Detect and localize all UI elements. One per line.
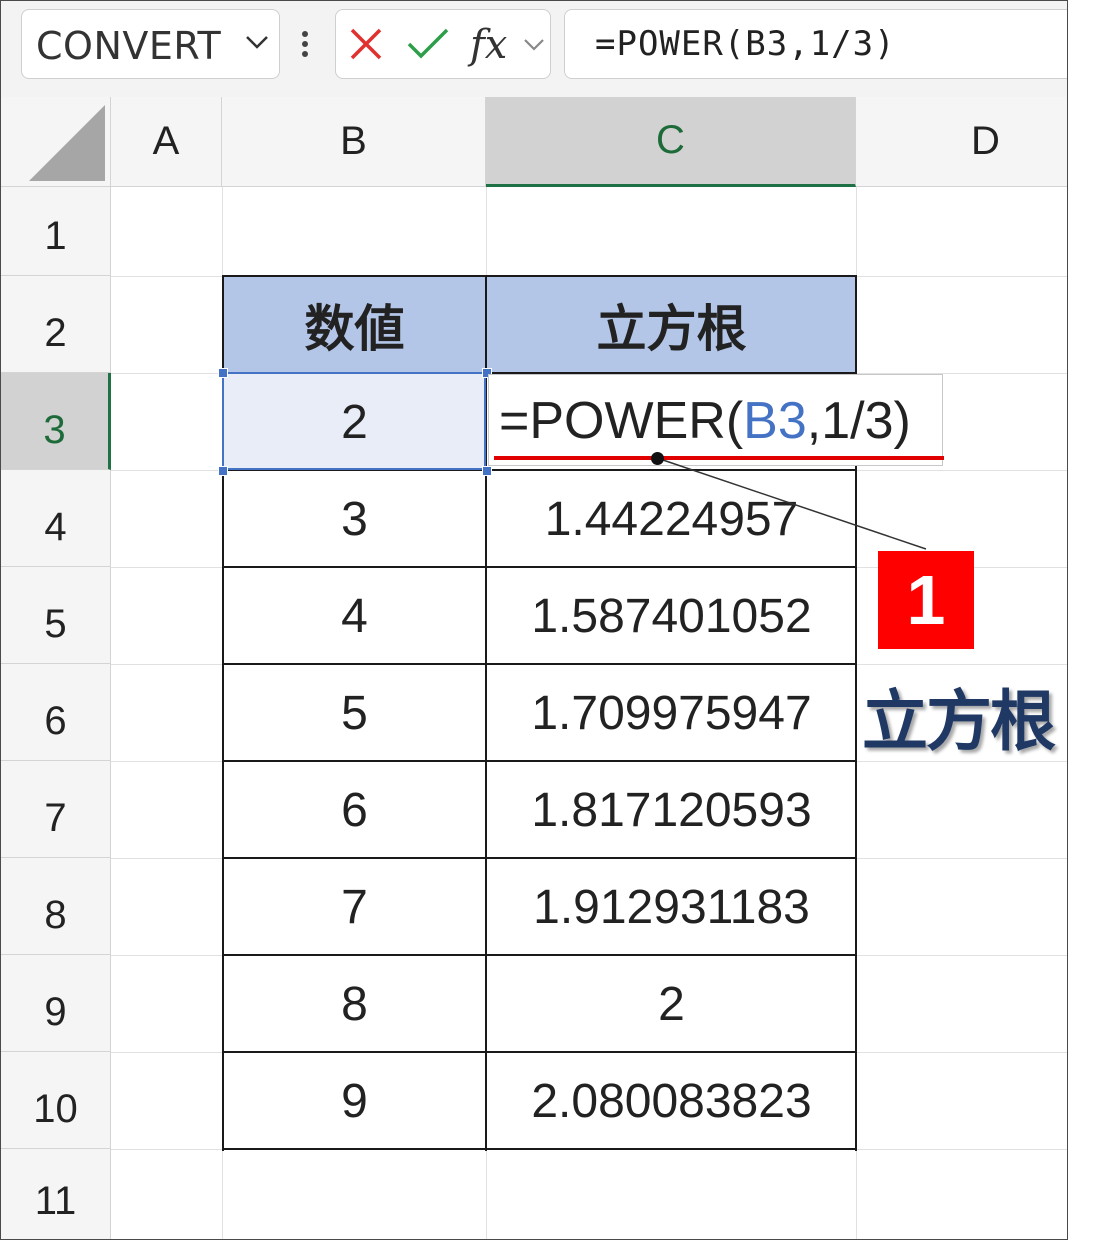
chevron-down-icon[interactable] <box>522 36 546 54</box>
select-all-corner[interactable] <box>1 97 111 187</box>
formula-bar: CONVERT fx =POWER(B3,1/3) <box>1 1 1067 97</box>
row-header-4[interactable]: 4 <box>1 470 111 567</box>
name-box-value: CONVERT <box>36 24 222 68</box>
formula-input[interactable]: =POWER(B3,1/3) <box>564 9 1067 79</box>
column-header-a[interactable]: A <box>111 97 222 187</box>
formula-text: =POWER(B3,1/3) <box>595 24 896 64</box>
triangle-icon <box>29 105 105 181</box>
callout-dot <box>651 452 664 465</box>
formula-buttons: fx <box>335 9 551 79</box>
row-header-3[interactable]: 3 <box>1 373 111 470</box>
table-row[interactable]: 9 <box>223 1053 486 1149</box>
cell-c3-formula: =POWER(B3,1/3) <box>499 391 911 451</box>
table-row[interactable]: 1.709975947 <box>487 665 856 761</box>
row-header-11[interactable]: 11 <box>1 1149 111 1239</box>
table-row[interactable]: 1.817120593 <box>487 762 856 858</box>
row-header-8[interactable]: 8 <box>1 858 111 955</box>
row-header-9[interactable]: 9 <box>1 955 111 1052</box>
column-header-d[interactable]: D <box>856 97 1067 187</box>
column-header-b[interactable]: B <box>222 97 486 187</box>
row-header-6[interactable]: 6 <box>1 664 111 761</box>
table-row[interactable]: 5 <box>223 665 486 761</box>
formula-prefix: =POWER( <box>499 392 744 450</box>
table-row[interactable]: 1.912931183 <box>487 859 856 955</box>
table-row[interactable]: 2 <box>487 956 856 1052</box>
step-badge: 1 <box>878 551 974 649</box>
table-row[interactable]: 3 <box>223 471 486 567</box>
row-header-10[interactable]: 10 <box>1 1052 111 1149</box>
callout-label: 立方根 <box>862 683 1056 760</box>
table-row[interactable]: 7 <box>223 859 486 955</box>
row-header-2[interactable]: 2 <box>1 276 111 373</box>
table-header-value[interactable]: 数値 <box>223 277 486 373</box>
formula-reference: B3 <box>743 392 807 450</box>
reference-highlight-b3 <box>222 372 486 470</box>
table-row[interactable]: 1.44224957 <box>487 471 856 567</box>
table-row[interactable]: 2.080083823 <box>487 1053 856 1149</box>
cell-c3-editor[interactable]: =POWER(B3,1/3) <box>488 374 943 466</box>
fx-label[interactable]: fx <box>470 22 507 68</box>
formula-suffix: ,1/3) <box>806 392 911 450</box>
spreadsheet-window: CONVERT fx =POWER(B3,1/3) A B C D 1 2 3 … <box>0 0 1068 1240</box>
chevron-down-icon[interactable] <box>244 32 270 52</box>
table-row[interactable]: 1.587401052 <box>487 568 856 664</box>
red-underline <box>494 456 944 460</box>
resize-handle[interactable] <box>218 466 228 476</box>
row-header-1[interactable]: 1 <box>1 187 111 276</box>
row-header-5[interactable]: 5 <box>1 567 111 664</box>
table-row[interactable]: 4 <box>223 568 486 664</box>
resize-handle[interactable] <box>218 368 228 378</box>
row-header-7[interactable]: 7 <box>1 761 111 858</box>
name-box[interactable]: CONVERT <box>21 9 280 79</box>
table-header-cube-root[interactable]: 立方根 <box>487 277 856 373</box>
vertical-ellipsis-icon[interactable] <box>299 29 311 65</box>
checkmark-icon[interactable] <box>406 26 450 62</box>
table-row[interactable]: 8 <box>223 956 486 1052</box>
resize-handle[interactable] <box>482 466 492 476</box>
column-header-c[interactable]: C <box>486 97 856 187</box>
x-icon[interactable] <box>348 26 384 62</box>
table-row[interactable]: 6 <box>223 762 486 858</box>
